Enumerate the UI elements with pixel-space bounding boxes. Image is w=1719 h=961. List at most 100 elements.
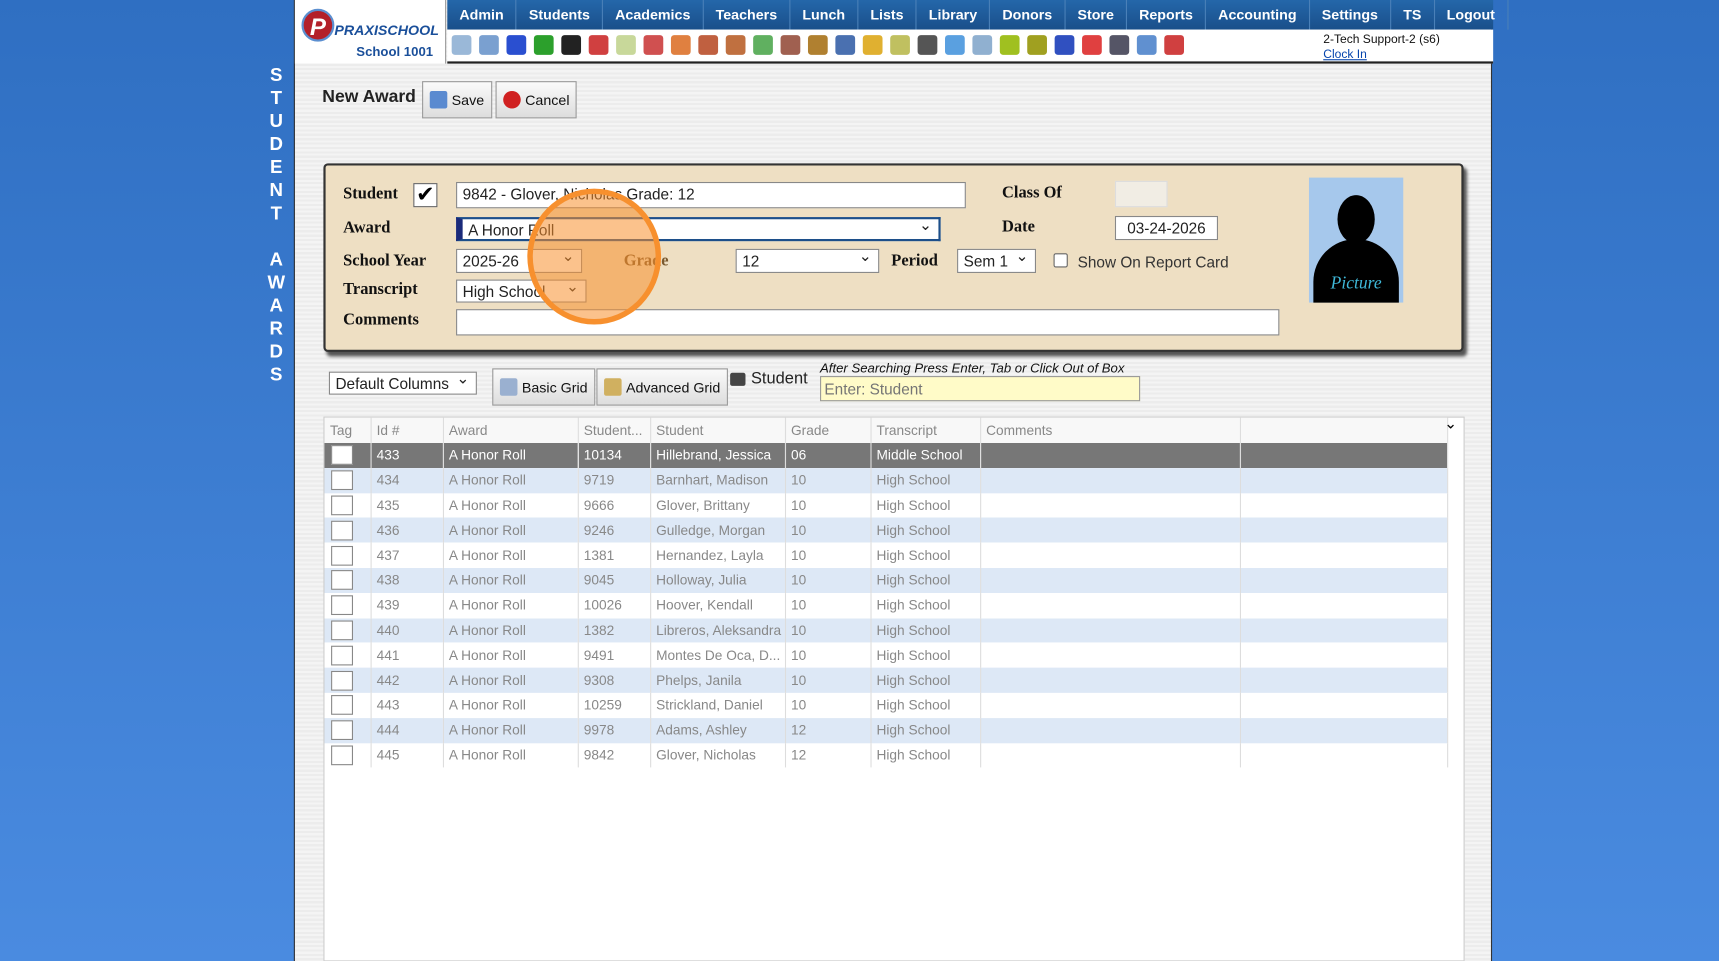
ap-icon[interactable] [1054,35,1075,55]
teacher-icon[interactable] [917,35,938,55]
student-picture[interactable]: Picture [1308,177,1404,303]
columns-select[interactable]: Default Columns [328,371,477,395]
tag-checkbox[interactable] [331,695,354,716]
table-row[interactable]: 445 A Honor Roll 9842 Glover, Nicholas 12 Hig… [324,742,1465,768]
tag-cell [324,667,372,693]
menu-students[interactable]: Students [517,0,604,30]
chat-icon[interactable] [533,35,554,55]
comments-field[interactable] [456,309,1280,336]
column-header[interactable]: Tag [324,417,372,443]
column-header[interactable]: Transcript [870,417,981,443]
megaphone-icon[interactable] [670,35,691,55]
school-year-select[interactable]: 2025-26 [456,248,583,273]
money-icon[interactable] [753,35,773,55]
student-checkbox[interactable]: ✔ [413,183,438,208]
menu-donors[interactable]: Donors [990,0,1066,30]
card-icon[interactable] [999,35,1020,55]
table-row[interactable]: 443 A Honor Roll 10259 Strickland, Daniel 10… [324,692,1465,718]
table-cell: 10 [784,667,872,693]
tag-checkbox[interactable] [331,620,354,641]
show-on-report-card-checkbox[interactable] [1053,253,1068,268]
column-header[interactable]: Id # [370,417,444,443]
column-header[interactable]: Award [442,417,579,443]
menu-reports[interactable]: Reports [1127,0,1207,30]
award-select[interactable]: A Honor Roll [456,217,941,242]
menu-logout[interactable]: Logout [1435,0,1509,30]
cancel-button[interactable]: Cancel [495,81,578,119]
bell-icon[interactable] [862,35,883,55]
pdf-icon[interactable] [1082,35,1102,55]
transcript-select[interactable]: High School [456,279,587,303]
student-icon[interactable] [725,35,746,55]
parents-icon[interactable] [780,35,801,55]
table-row[interactable]: 438 A Honor Roll 9045 Holloway, Julia 10 High… [324,567,1465,593]
column-header[interactable]: Student [650,417,786,443]
student-search-input[interactable] [820,376,1141,402]
menu-settings[interactable]: Settings [1310,0,1392,30]
speaker-icon[interactable] [588,35,609,55]
advanced-grid-button[interactable]: Advanced Grid [596,368,728,406]
tag-checkbox[interactable] [331,745,354,766]
period-select[interactable]: Sem 1 [957,248,1037,273]
phone-icon[interactable] [561,35,582,55]
table-icon[interactable] [972,35,993,55]
tag-checkbox[interactable] [331,670,354,691]
basic-grid-button[interactable]: Basic Grid [492,368,596,406]
tag-checkbox[interactable] [331,495,354,516]
table-row[interactable]: 433 A Honor Roll 10134 Hillebrand, Jessica 0… [324,442,1465,468]
date-field[interactable]: 03-24-2026 [1114,215,1218,241]
edit-grid-icon [604,378,622,396]
alarm-clock-icon[interactable] [945,35,965,55]
logo[interactable]: P PRAXISCHOOL School 1001 [294,0,447,64]
printer-icon[interactable] [1027,35,1047,55]
calendar-grid-icon[interactable] [479,35,499,55]
table-row[interactable]: 441 A Honor Roll 9491 Montes De Oca, D... 10… [324,642,1465,668]
lunch-icon[interactable] [807,35,828,55]
export-icon[interactable] [890,35,910,55]
spreadsheet-icon[interactable] [616,35,636,55]
tag-checkbox[interactable] [331,720,354,741]
tag-checkbox[interactable] [331,470,354,491]
tag-checkbox[interactable] [331,645,354,666]
table-cell: 441 [370,642,444,668]
calendar-icon[interactable] [643,35,664,55]
tag-checkbox[interactable] [331,595,354,616]
table-row[interactable]: 439 A Honor Roll 10026 Hoover, Kendall 10 Hig… [324,592,1465,618]
tag-checkbox[interactable] [331,545,354,566]
menu-accounting[interactable]: Accounting [1206,0,1310,30]
menu-lists[interactable]: Lists [858,0,917,30]
tag-checkbox[interactable] [331,520,354,541]
column-header[interactable]: Grade [784,417,872,443]
table-row[interactable]: 436 A Honor Roll 9246 Gulledge, Morgan 10 Hig… [324,517,1465,543]
table-row[interactable]: 442 A Honor Roll 9308 Phelps, Janila 10 High … [324,667,1465,693]
tag-checkbox[interactable] [331,445,354,466]
table-row[interactable]: 437 A Honor Roll 1381 Hernandez, Layla 10 Hig… [324,542,1465,568]
tag-checkbox[interactable] [331,570,354,591]
clock-in-link[interactable]: Clock In [1323,47,1440,62]
menu-ts[interactable]: TS [1391,0,1435,30]
add-student-icon[interactable] [698,35,719,55]
search-icon[interactable] [451,35,472,55]
menu-store[interactable]: Store [1065,0,1128,30]
alert-icon[interactable] [1164,35,1185,55]
table-row[interactable]: 440 A Honor Roll 1382 Libreros, Aleksandra 1… [324,617,1465,643]
email-icon[interactable] [506,35,527,55]
table-row[interactable]: 444 A Honor Roll 9978 Adams, Ashley 12 High S… [324,717,1465,743]
grade-select[interactable]: 12 [735,248,880,273]
menu-academics[interactable]: Academics [603,0,704,30]
column-header[interactable] [1239,417,1448,443]
table-row[interactable]: 434 A Honor Roll 9719 Barnhart, Madison 10 Hi… [324,467,1465,493]
menu-teachers[interactable]: Teachers [704,0,791,30]
save-button[interactable]: Save [422,81,492,119]
student-field[interactable]: 9842 - Glover, Nicholas Grade: 12 [456,181,966,209]
column-header[interactable]: Student... [577,417,651,443]
table-cell: A Honor Roll [442,492,579,518]
column-header[interactable]: Comments [980,417,1241,443]
menu-admin[interactable]: Admin [447,0,517,30]
menu-lunch[interactable]: Lunch [790,0,859,30]
menu-library[interactable]: Library [917,0,991,30]
cash-register-icon[interactable] [1109,35,1130,55]
table-row[interactable]: 435 A Honor Roll 9666 Glover, Brittany 10 Hig… [324,492,1465,518]
book-icon[interactable] [835,35,856,55]
help-icon[interactable] [1136,35,1157,55]
